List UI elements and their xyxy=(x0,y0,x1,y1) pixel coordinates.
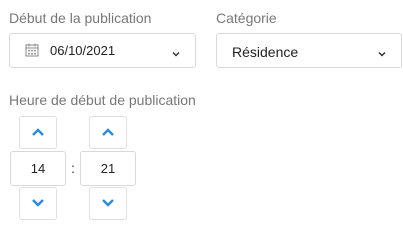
chevron-down-icon xyxy=(101,195,115,213)
calendar-icon xyxy=(25,43,39,57)
category-select[interactable]: Résidence xyxy=(216,33,402,68)
chevron-down-icon[interactable] xyxy=(171,46,181,57)
publication-start-label: Début de la publication xyxy=(9,10,152,26)
publication-date-picker[interactable]: 06/10/2021 xyxy=(9,33,196,68)
category-label: Catégorie xyxy=(216,10,277,26)
hours-increment-button[interactable] xyxy=(19,116,57,149)
chevron-up-icon xyxy=(101,124,115,142)
minutes-input[interactable]: 21 xyxy=(80,151,136,186)
chevron-down-icon[interactable] xyxy=(377,46,387,57)
chevron-up-icon xyxy=(31,124,45,142)
minutes-value: 21 xyxy=(100,161,116,176)
minutes-decrement-button[interactable] xyxy=(89,187,127,220)
category-selected-value: Résidence xyxy=(232,44,299,60)
minutes-increment-button[interactable] xyxy=(89,116,127,149)
hours-decrement-button[interactable] xyxy=(19,187,57,220)
publication-date-value: 06/10/2021 xyxy=(50,43,116,58)
chevron-down-icon xyxy=(31,195,45,213)
hours-value: 14 xyxy=(30,161,46,176)
hours-input[interactable]: 14 xyxy=(10,151,66,186)
start-time-label: Heure de début de publication xyxy=(9,92,196,108)
time-separator: : xyxy=(71,160,75,176)
